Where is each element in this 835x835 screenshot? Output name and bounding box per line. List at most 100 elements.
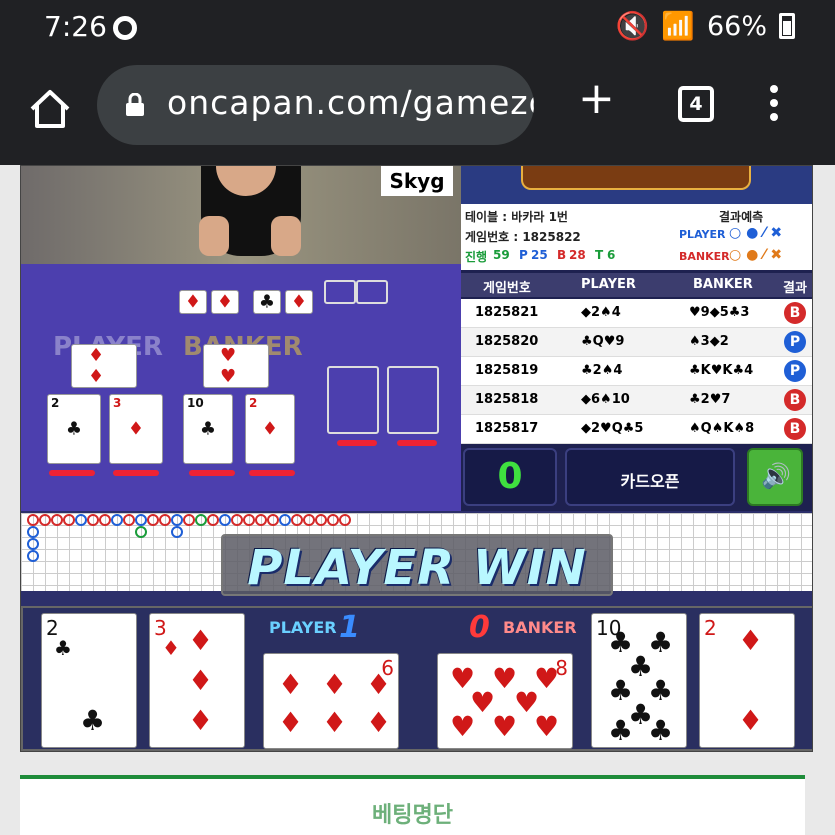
player-predict-label: PLAYER xyxy=(679,228,726,241)
card-open-button[interactable]: 카드오픈 xyxy=(565,448,735,506)
road-marker xyxy=(303,514,315,526)
tab-switcher-button[interactable]: 4 xyxy=(678,86,714,122)
road-marker xyxy=(291,514,303,526)
address-bar[interactable]: oncapan.com/gamezo xyxy=(97,65,534,145)
history-player: ◆2♥Q♣5 xyxy=(581,421,644,436)
road-marker xyxy=(159,514,171,526)
player-predict-icons[interactable]: ○ ● ⁄ ✖ xyxy=(729,225,782,241)
card-open-label[interactable]: 카드오픈 xyxy=(567,468,733,492)
notification-icon xyxy=(113,16,137,40)
brand-sign: Skyg xyxy=(381,166,453,196)
betting-list-title: 베팅명단 xyxy=(372,803,453,828)
player-count: 25 xyxy=(531,248,548,262)
road-marker xyxy=(219,514,231,526)
wifi-icon: 📶 xyxy=(661,11,695,42)
road-marker xyxy=(195,514,207,526)
player-score-label: PLAYER xyxy=(269,618,337,637)
live-table-video: Skyg PLAYER BANKER ♦ ♦ ♣ ♦ ♦ ♦ ♥ ♥ 2♣ 3♦… xyxy=(21,166,461,511)
history-row: 1825818 ◆6♠10 ♣2♥7 B xyxy=(461,386,812,415)
win-text: PLAYER WIN xyxy=(247,540,587,596)
promo-banner xyxy=(461,166,812,206)
banker-count-label: B xyxy=(557,248,567,262)
road-marker xyxy=(63,514,75,526)
road-marker xyxy=(279,514,291,526)
result-cards: 2 ♣ ♣ 3 ♦ ♦ ♦ ♦ PLAYER 1 ♦ ♦ ♦ ♦ ♦ ♦ 6 0 B… xyxy=(21,606,812,751)
result-badge: B xyxy=(784,302,806,324)
banker-card-2: 10 ♣ ♣ ♣ ♣ ♣ ♣ ♣ ♣ xyxy=(591,613,687,748)
player-card-1: 2 ♣ ♣ xyxy=(41,613,137,748)
road-marker xyxy=(27,538,39,550)
win-banner: PLAYER WIN xyxy=(221,534,613,596)
road-marker xyxy=(231,514,243,526)
url-text[interactable]: oncapan.com/gamezo xyxy=(167,83,534,122)
history-player: ◆6♠10 xyxy=(581,392,630,407)
history-banker: ♠Q♠K♠8 xyxy=(689,421,755,436)
overflow-menu-icon[interactable] xyxy=(770,85,780,127)
progress-count: 59 xyxy=(493,248,510,262)
road-marker xyxy=(75,514,87,526)
timer-box: 0 xyxy=(463,448,557,506)
history-row: 1825820 ♣Q♥9 ♠3◆2 P xyxy=(461,328,812,357)
home-icon[interactable] xyxy=(26,85,74,133)
banker-predict-label: BANKER xyxy=(679,250,730,263)
road-marker xyxy=(51,514,63,526)
road-marker xyxy=(243,514,255,526)
banker-predict-icons[interactable]: ○ ● ⁄ ✖ xyxy=(729,247,782,263)
game-page: Skyg PLAYER BANKER ♦ ♦ ♣ ♦ ♦ ♦ ♥ ♥ 2♣ 3♦… xyxy=(20,165,813,752)
mute-icon: 🔇 xyxy=(615,11,650,42)
sound-button[interactable]: 🔊 xyxy=(747,448,803,506)
road-marker xyxy=(171,514,183,526)
road-marker xyxy=(255,514,267,526)
browser-toolbar: oncapan.com/gamezo + 4 xyxy=(0,55,835,165)
status-time: 7:26 xyxy=(44,10,107,43)
road-marker xyxy=(27,550,39,562)
road-marker xyxy=(111,514,123,526)
history-no: 1825821 xyxy=(475,305,539,320)
road-marker xyxy=(27,526,39,538)
result-badge: B xyxy=(784,389,806,411)
table-info: 테이블 : 바카라 1번 결과예측 게임번호 : 1825822 PLAYER … xyxy=(461,204,812,270)
player-card-3: ♦ ♦ ♦ ♦ ♦ ♦ 6 xyxy=(263,653,399,749)
road-marker xyxy=(267,514,279,526)
player-score: 1 xyxy=(339,610,360,645)
road-marker xyxy=(135,526,147,538)
lock-icon xyxy=(126,93,144,116)
banker-score: 0 xyxy=(469,610,490,645)
speaker-icon[interactable]: 🔊 xyxy=(761,462,791,490)
history-no: 1825817 xyxy=(475,421,539,436)
player-count-label: P xyxy=(519,248,528,262)
battery-icon xyxy=(779,13,795,39)
banker-card-3: 2 ♦ ♦ xyxy=(699,613,795,748)
banker-score-label: BANKER xyxy=(503,618,577,637)
road-marker xyxy=(27,514,39,526)
game-number-label: 게임번호 : 1825822 xyxy=(465,230,581,244)
new-tab-icon[interactable]: + xyxy=(578,77,615,121)
progress-label: 진행 xyxy=(465,250,488,264)
history-player: ◆2♠4 xyxy=(581,305,621,320)
battery-percent: 66% xyxy=(706,10,767,42)
tie-count: 6 xyxy=(607,248,616,262)
history-row: 1825821 ◆2♠4 ♥9◆5♣3 B xyxy=(461,299,812,328)
countdown-timer: 0 xyxy=(497,456,523,497)
history-player: ♣2♠4 xyxy=(581,363,623,378)
history-banker: ♣2♥7 xyxy=(689,392,731,407)
history-player: ♣Q♥9 xyxy=(581,334,625,349)
road-marker xyxy=(315,514,327,526)
road-marker xyxy=(99,514,111,526)
result-badge: P xyxy=(784,331,806,353)
tie-count-label: T xyxy=(595,248,604,262)
history-row: 1825819 ♣2♠4 ♣K♥K♣4 P xyxy=(461,357,812,386)
result-badge: P xyxy=(784,360,806,382)
banker-card-1: 8 ♥ ♥ ♥ ♥ ♥ ♥ ♥ ♥ xyxy=(437,653,573,749)
road-marker xyxy=(39,514,51,526)
history-banker: ♣K♥K♣4 xyxy=(689,363,754,378)
road-marker xyxy=(123,514,135,526)
history-no: 1825818 xyxy=(475,392,539,407)
road-marker xyxy=(327,514,339,526)
table-label: 테이블 : 바카라 1번 xyxy=(465,210,568,224)
betting-list-section: 베팅명단 xyxy=(20,775,805,835)
status-bar: 7:26 🔇 📶 66% xyxy=(0,0,835,55)
predict-label: 결과예측 xyxy=(719,210,764,224)
road-marker xyxy=(339,514,351,526)
road-marker xyxy=(183,514,195,526)
